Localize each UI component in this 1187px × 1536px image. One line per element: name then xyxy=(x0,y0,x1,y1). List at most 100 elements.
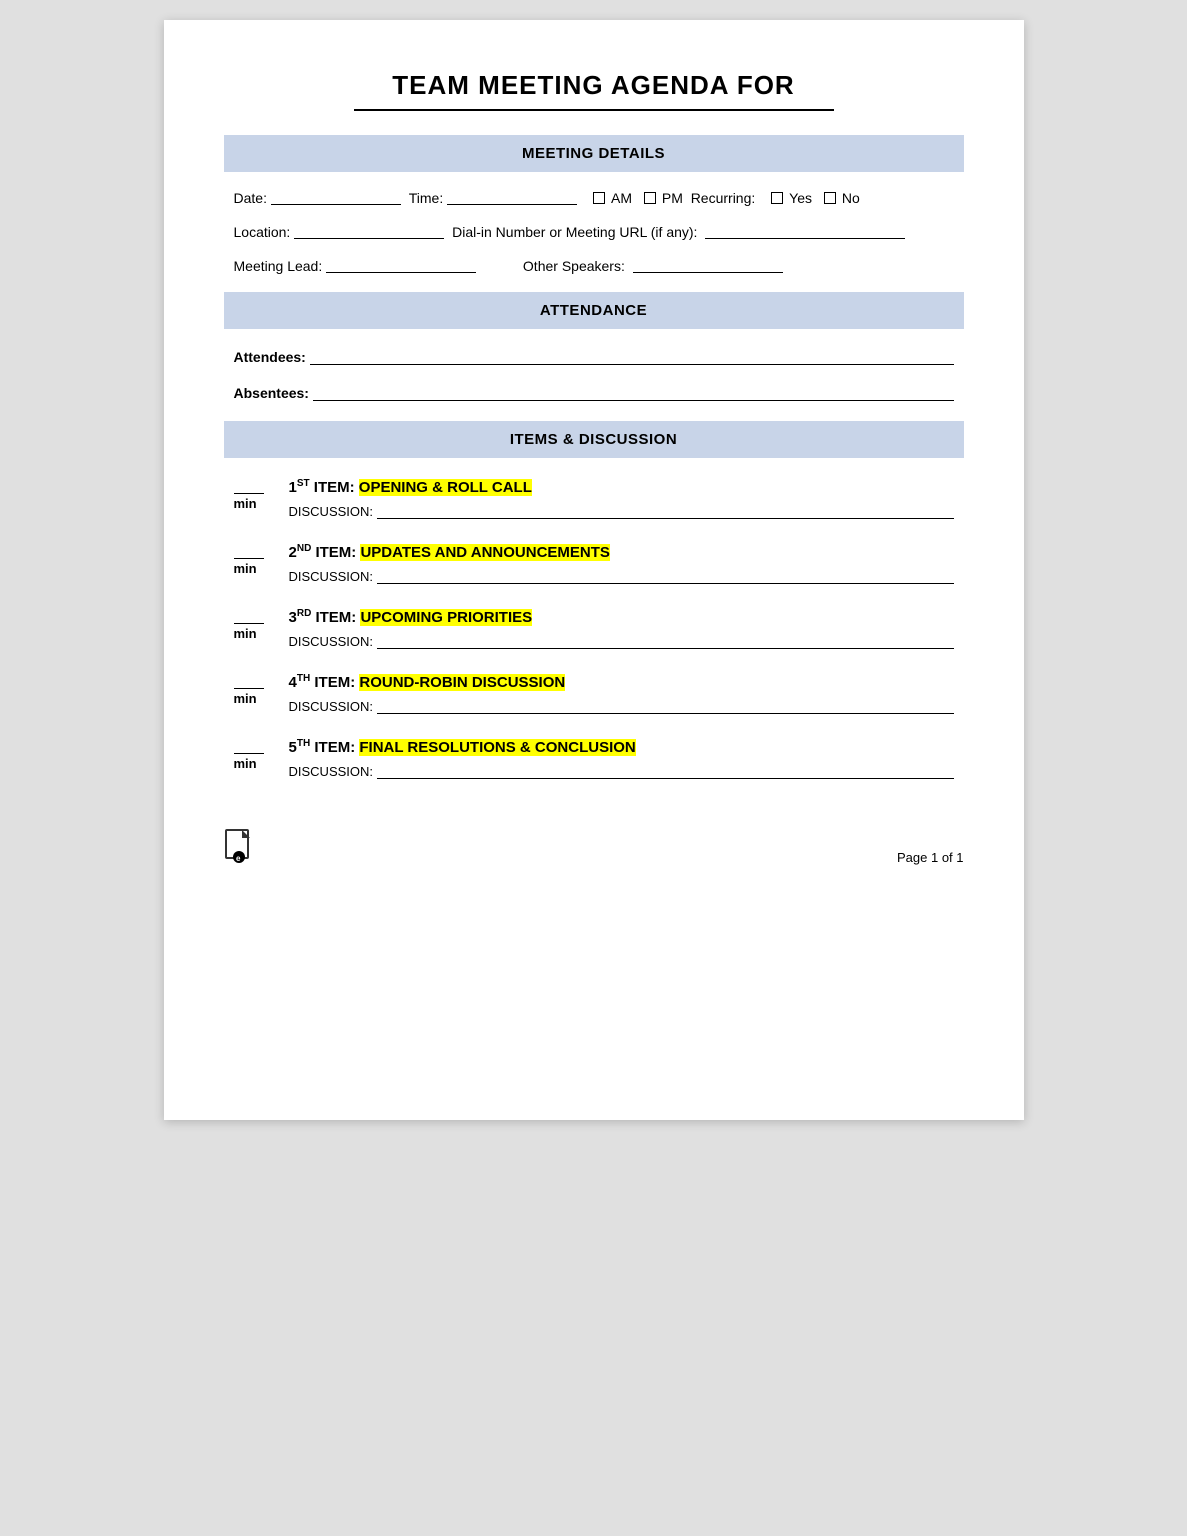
title-underline xyxy=(354,109,834,111)
document-page: TEAM MEETING AGENDA FOR MEETING DETAILS … xyxy=(164,20,1024,1120)
page-number: Page 1 of 1 xyxy=(897,850,964,865)
absentees-line: Absentees: xyxy=(234,385,954,401)
item-2-highlight: UPDATES AND ANNOUNCEMENTS xyxy=(360,544,609,561)
item-2-prefix: ITEM: xyxy=(315,544,360,561)
am-label: AM xyxy=(611,190,632,206)
item-5-number: 5TH xyxy=(289,739,311,756)
item-5-time-blank xyxy=(234,740,264,754)
item-5-min-label: min xyxy=(234,756,257,771)
am-checkbox[interactable] xyxy=(593,192,605,204)
yes-checkbox[interactable] xyxy=(771,192,783,204)
agenda-item-5: min 5TH ITEM: FINAL RESOLUTIONS & CONCLU… xyxy=(234,738,954,779)
item-4-content: 4TH ITEM: ROUND-ROBIN DISCUSSION DISCUSS… xyxy=(289,673,954,714)
item-4-number: 4TH xyxy=(289,674,311,691)
item-3-time-blank xyxy=(234,610,264,624)
agenda-item-1: min 1ST ITEM: OPENING & ROLL CALL DISCUS… xyxy=(234,478,954,519)
meeting-lead-label: Meeting Lead: xyxy=(234,258,323,274)
item-3-discussion-blank xyxy=(377,635,953,649)
item-5-content: 5TH ITEM: FINAL RESOLUTIONS & CONCLUSION… xyxy=(289,738,954,779)
item-1-discussion-label: DISCUSSION: xyxy=(289,504,374,519)
item-2-time-blank xyxy=(234,545,264,559)
document-footer: e Page 1 of 1 xyxy=(224,819,964,865)
location-label: Location: xyxy=(234,224,291,240)
item-1-ordinal: ST xyxy=(297,478,310,489)
item-2-number: 2ND xyxy=(289,544,312,561)
item-4-time: min xyxy=(234,673,289,706)
item-1-number: 1ST xyxy=(289,479,310,496)
item-3-min-label: min xyxy=(234,626,257,641)
date-label: Date: xyxy=(234,190,267,206)
yes-checkbox-group: Yes xyxy=(771,190,812,206)
time-label: Time: xyxy=(409,190,443,206)
attendance-section: Attendees: Absentees: xyxy=(224,349,964,401)
no-checkbox[interactable] xyxy=(824,192,836,204)
absentees-row: Absentees: xyxy=(234,385,954,401)
item-2-discussion-label: DISCUSSION: xyxy=(289,569,374,584)
item-4-time-blank xyxy=(234,675,264,689)
item-4-discussion-blank xyxy=(377,700,953,714)
item-3-ordinal: RD xyxy=(297,608,311,619)
item-1-min-label: min xyxy=(234,496,257,511)
item-1-time-blank xyxy=(234,480,264,494)
am-checkbox-group: AM xyxy=(593,190,632,206)
absentees-label: Absentees: xyxy=(234,385,309,401)
pm-label: PM xyxy=(662,190,683,206)
item-5-ordinal: TH xyxy=(297,738,310,749)
item-3-discussion-label: DISCUSSION: xyxy=(289,634,374,649)
item-5-highlight: FINAL RESOLUTIONS & CONCLUSION xyxy=(359,739,635,756)
other-speakers-blank xyxy=(633,259,783,273)
item-1-time: min xyxy=(234,478,289,511)
item-3-content: 3RD ITEM: UPCOMING PRIORITIES DISCUSSION… xyxy=(289,608,954,649)
attendees-label: Attendees: xyxy=(234,349,306,365)
no-checkbox-group: No xyxy=(824,190,860,206)
dialin-label: Dial-in Number or Meeting URL (if any): xyxy=(452,224,697,240)
item-1-content: 1ST ITEM: OPENING & ROLL CALL DISCUSSION… xyxy=(289,478,954,519)
attendees-row: Attendees: xyxy=(234,349,954,365)
item-2-discussion: DISCUSSION: xyxy=(289,569,954,584)
dialin-blank xyxy=(705,225,905,239)
item-2-title: 2ND ITEM: UPDATES AND ANNOUNCEMENTS xyxy=(289,543,954,561)
item-4-discussion-label: DISCUSSION: xyxy=(289,699,374,714)
item-5-time: min xyxy=(234,738,289,771)
item-2-discussion-blank xyxy=(377,570,953,584)
items-discussion-header: ITEMS & DISCUSSION xyxy=(224,421,964,458)
item-3-prefix: ITEM: xyxy=(315,609,360,626)
item-3-title: 3RD ITEM: UPCOMING PRIORITIES xyxy=(289,608,954,626)
item-5-discussion-blank xyxy=(377,765,953,779)
item-1-discussion: DISCUSSION: xyxy=(289,504,954,519)
item-5-discussion-label: DISCUSSION: xyxy=(289,764,374,779)
recurring-label: Recurring: xyxy=(691,190,756,206)
item-1-title: 1ST ITEM: OPENING & ROLL CALL xyxy=(289,478,954,496)
meeting-lead-blank xyxy=(326,259,476,273)
item-3-number: 3RD xyxy=(289,609,312,626)
meeting-details-grid: Date: Time: AM PM Recurring: Yes xyxy=(224,190,964,274)
date-blank xyxy=(271,191,401,205)
location-row: Location: Dial-in Number or Meeting URL … xyxy=(234,224,954,240)
attendees-blank xyxy=(310,351,954,365)
attendees-line: Attendees: xyxy=(234,349,954,365)
item-5-prefix: ITEM: xyxy=(314,739,359,756)
items-section: min 1ST ITEM: OPENING & ROLL CALL DISCUS… xyxy=(224,478,964,779)
svg-text:e: e xyxy=(236,854,241,863)
document-title: TEAM MEETING AGENDA FOR xyxy=(224,70,964,101)
item-3-highlight: UPCOMING PRIORITIES xyxy=(360,609,532,626)
agenda-item-3: min 3RD ITEM: UPCOMING PRIORITIES DISCUS… xyxy=(234,608,954,649)
item-2-min-label: min xyxy=(234,561,257,576)
item-4-prefix: ITEM: xyxy=(314,674,359,691)
item-1-discussion-blank xyxy=(377,505,953,519)
item-5-discussion: DISCUSSION: xyxy=(289,764,954,779)
location-blank xyxy=(294,225,444,239)
item-3-discussion: DISCUSSION: xyxy=(289,634,954,649)
date-time-row: Date: Time: AM PM Recurring: Yes xyxy=(234,190,954,206)
item-2-time: min xyxy=(234,543,289,576)
document-icon: e xyxy=(224,829,254,865)
other-speakers-label: Other Speakers: xyxy=(523,258,625,274)
agenda-item-4: min 4TH ITEM: ROUND-ROBIN DISCUSSION DIS… xyxy=(234,673,954,714)
item-4-min-label: min xyxy=(234,691,257,706)
item-1-prefix: ITEM: xyxy=(314,479,359,496)
yes-label: Yes xyxy=(789,190,812,206)
item-2-ordinal: ND xyxy=(297,543,311,554)
no-label: No xyxy=(842,190,860,206)
item-3-time: min xyxy=(234,608,289,641)
pm-checkbox[interactable] xyxy=(644,192,656,204)
